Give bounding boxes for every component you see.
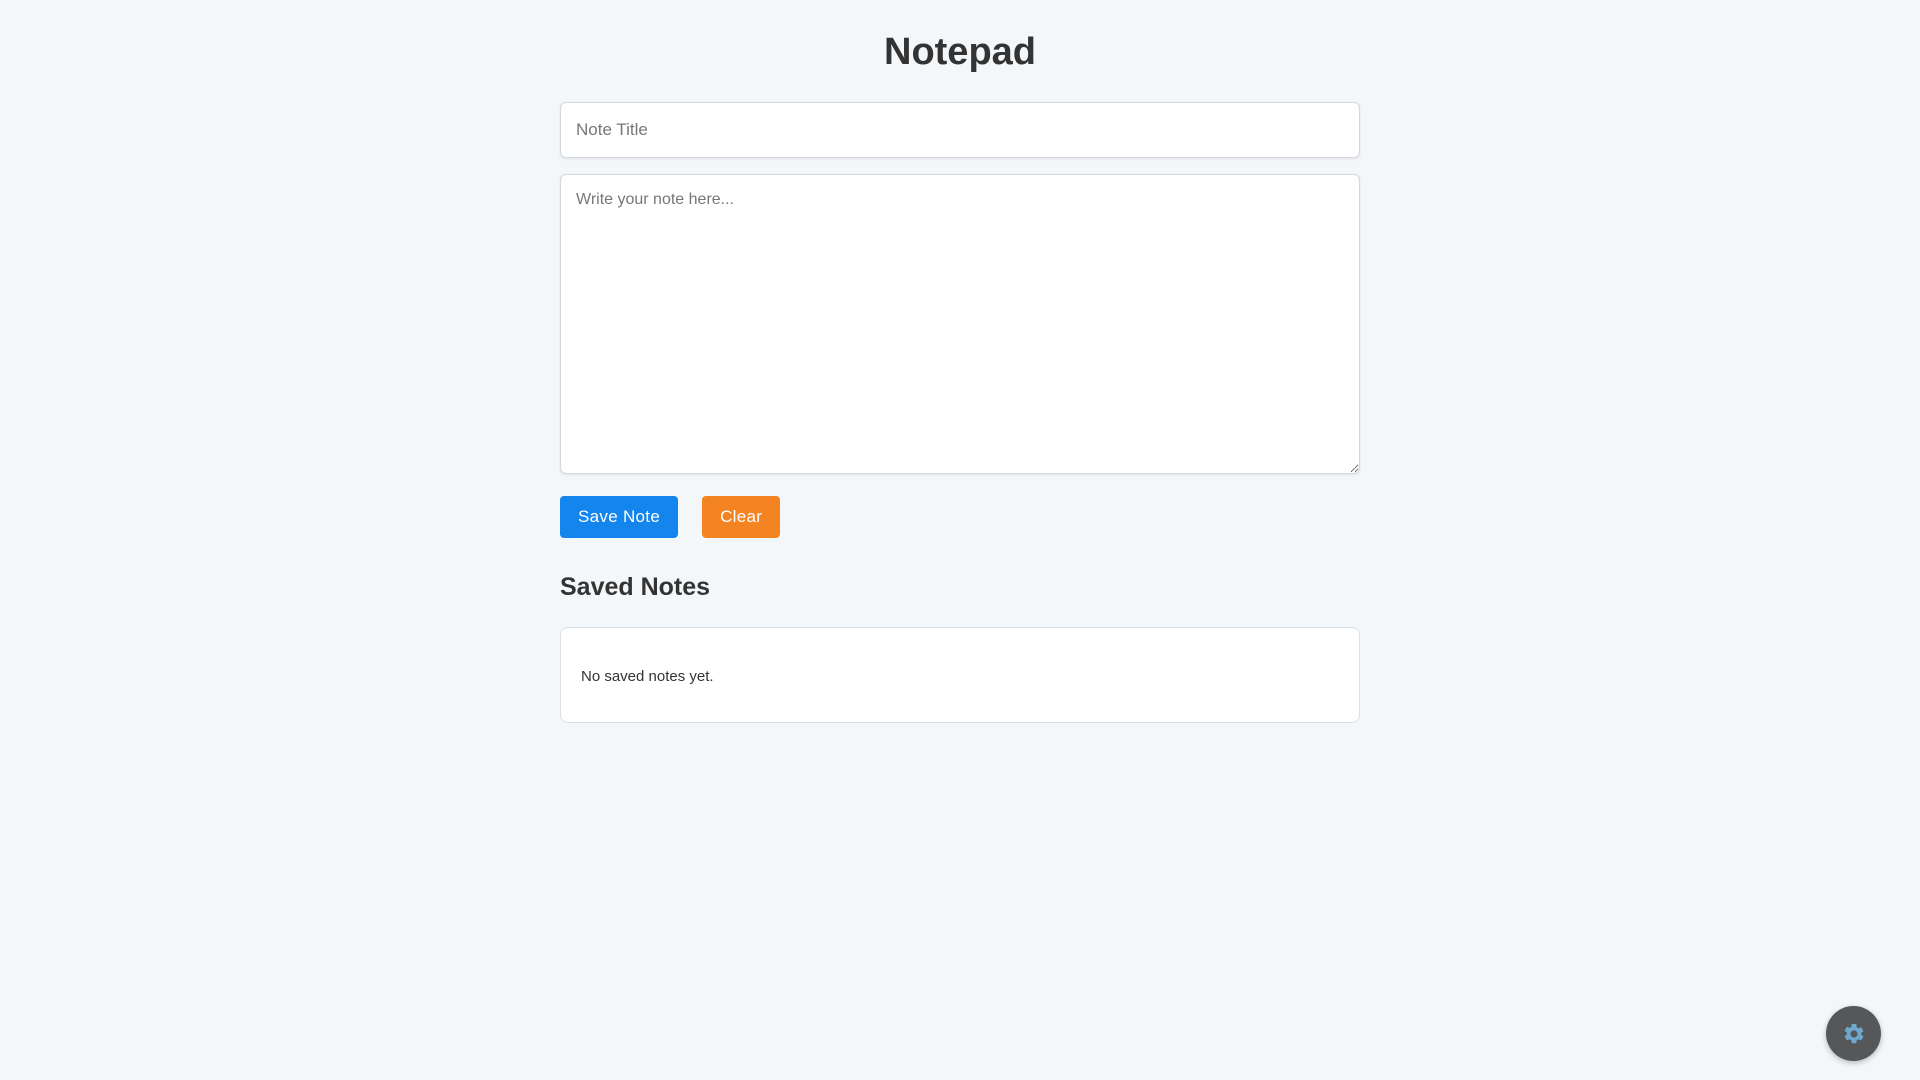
clear-button[interactable]: Clear (702, 496, 781, 538)
saved-notes-list: No saved notes yet. (560, 627, 1360, 723)
main-container: Notepad Save Note Clear Saved Notes No s… (560, 0, 1360, 723)
settings-button[interactable] (1826, 1006, 1881, 1061)
save-note-button[interactable]: Save Note (560, 496, 679, 538)
note-body-textarea[interactable] (560, 174, 1360, 474)
saved-notes-heading: Saved Notes (560, 573, 711, 601)
empty-notes-message: No saved notes yet. (581, 667, 714, 685)
page-title: Notepad (884, 31, 1036, 73)
gear-icon (1844, 1023, 1863, 1043)
action-buttons: Save Note Clear (560, 496, 1360, 538)
notepad-page: Notepad Save Note Clear Saved Notes No s… (0, 0, 1920, 1080)
note-title-input[interactable] (560, 102, 1360, 158)
